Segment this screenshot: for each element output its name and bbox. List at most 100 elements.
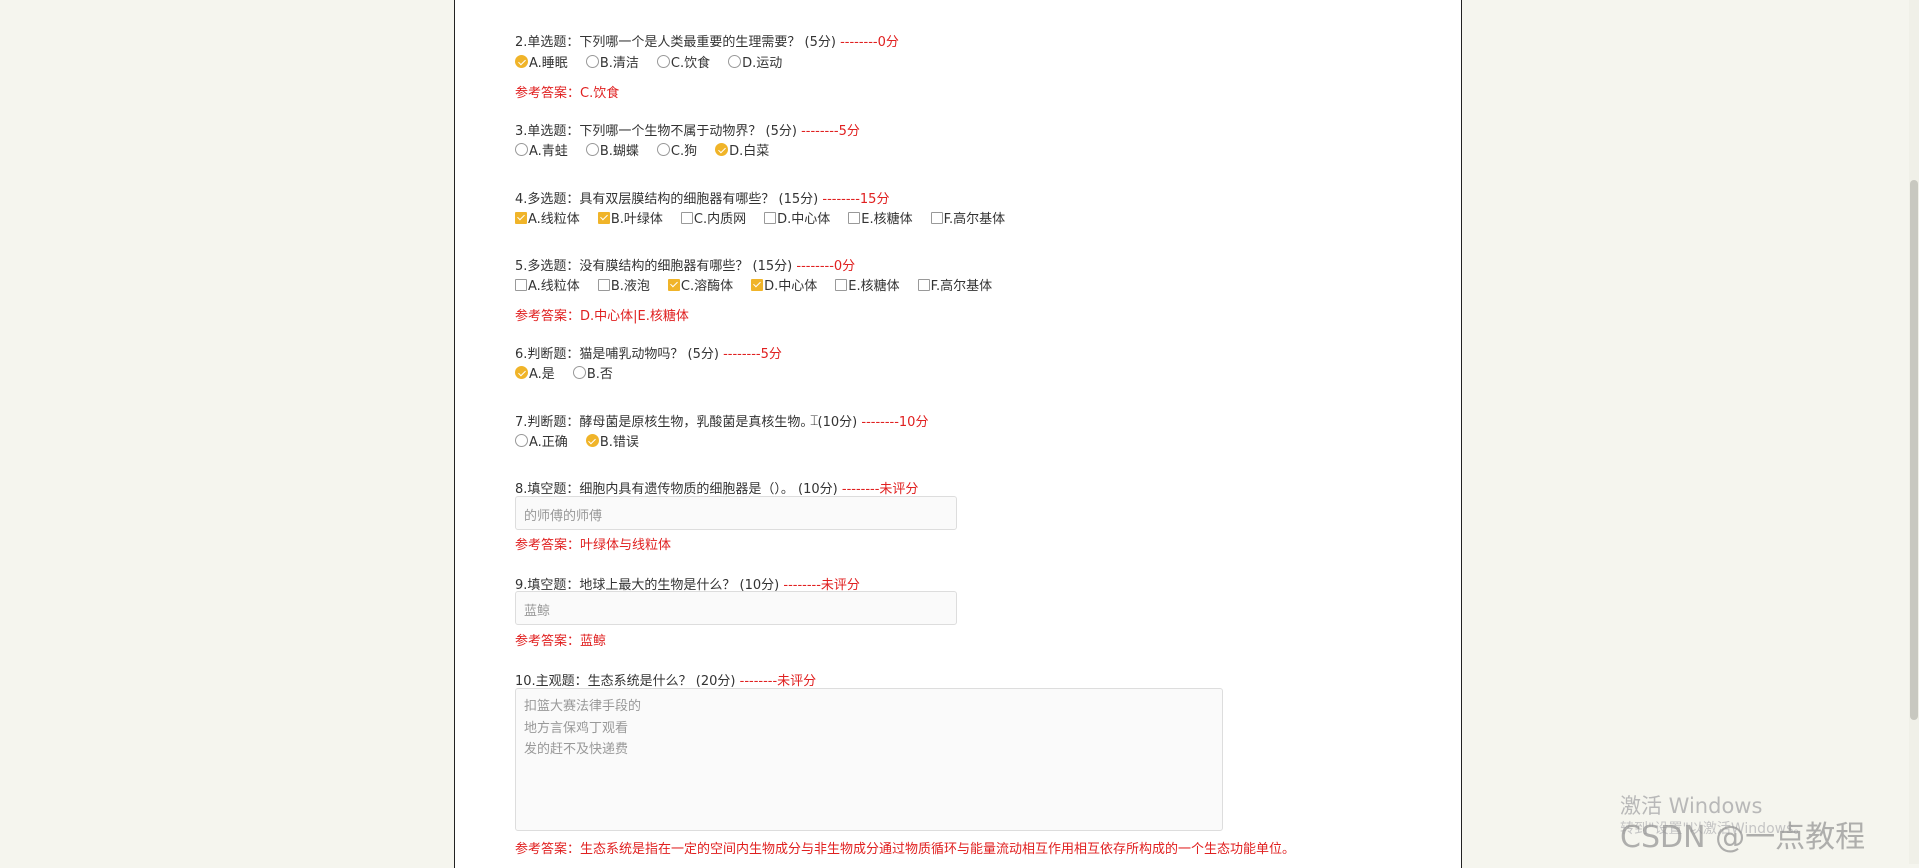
question-title: 6.判断题：猫是哺乳动物吗？ (5分) --------5分 [515, 343, 782, 362]
option-item[interactable]: A.正确 [515, 431, 568, 450]
radio-button[interactable] [585, 434, 599, 447]
radio-button[interactable] [585, 55, 599, 68]
option-item[interactable]: A.线粒体 [515, 208, 580, 227]
radio-button[interactable] [656, 143, 670, 156]
option-item[interactable]: B.叶绿体 [597, 208, 663, 227]
answer-textarea[interactable]: 扣篮大赛法律手段的 地方言保鸡丁观看 发的赶不及快递费 [515, 688, 1223, 831]
option-label: F.高尔基体 [930, 279, 993, 294]
option-item[interactable]: A.是 [515, 363, 555, 382]
radio-button[interactable] [715, 143, 729, 156]
option-item[interactable]: B.液泡 [597, 275, 650, 294]
radio-button[interactable] [585, 143, 599, 156]
checkbox[interactable] [667, 278, 680, 291]
reference-answer: 参考答案：生态系统是指在一定的空间内生物成分与非生物成分通过物质循环与能量流动相… [515, 842, 1296, 857]
textarea-line: 发的赶不及快递费 [524, 742, 629, 757]
scrollbar[interactable] [1909, 0, 1919, 864]
checkbox[interactable] [751, 278, 764, 291]
option-label: C.饮食 [670, 56, 711, 71]
option-item[interactable]: C.内质网 [680, 208, 747, 227]
question-text: 3.单选题：下列哪一个生物不属于动物界？ (5分) [515, 124, 797, 139]
options-row: A.睡眠 B.清洁 C.饮食 D.运动 [515, 52, 800, 72]
textarea-line: 地方言保鸡丁观看 [524, 720, 629, 736]
scrollbar-thumb[interactable] [1910, 180, 1918, 720]
options-row: A.正确 B.错误 [515, 431, 657, 451]
checkbox[interactable] [848, 211, 861, 224]
option-label: A.正确 [529, 435, 568, 450]
option-item[interactable]: A.青蛙 [515, 140, 568, 159]
radio-button[interactable] [728, 55, 742, 68]
option-item[interactable]: B.蝴蝶 [585, 140, 639, 159]
question-score: --------15分 [822, 192, 890, 207]
radio-button[interactable] [515, 55, 528, 68]
question-score: --------未评分 [841, 482, 919, 497]
option-item[interactable]: E.核糖体 [835, 275, 900, 294]
option-item[interactable]: D.运动 [728, 52, 782, 71]
question-text: 7.判断题：酵母菌是原核生物，乳酸菌是真核生物。 (10分) [515, 415, 858, 430]
option-item[interactable]: B.否 [572, 363, 613, 382]
option-label: F.高尔基体 [943, 212, 1006, 227]
text-cursor-icon: ⌶ [810, 413, 819, 429]
option-item[interactable]: A.睡眠 [515, 52, 568, 71]
checkbox[interactable] [680, 211, 693, 224]
question-score: --------5分 [801, 124, 860, 139]
options-row: A.青蛙 B.蝴蝶 C.狗 D.白菜 [515, 140, 787, 160]
option-label: A.线粒体 [528, 279, 580, 294]
textarea-line: 扣篮大赛法律手段的 [524, 699, 642, 714]
question-text: 4.多选题：具有双层膜结构的细胞器有哪些？ (15分) [515, 192, 819, 207]
reference-answer: 参考答案：蓝鲸 [515, 634, 607, 649]
checkbox[interactable] [764, 211, 777, 224]
option-label: D.中心体 [764, 279, 818, 294]
option-label: A.线粒体 [528, 212, 580, 227]
option-item[interactable]: C.狗 [656, 140, 697, 159]
radio-button[interactable] [656, 55, 670, 68]
reference-answer: 参考答案：D.中心体|E.核糖体 [515, 309, 689, 324]
option-item[interactable]: B.清洁 [585, 52, 639, 71]
option-label: B.液泡 [610, 279, 650, 294]
checkbox[interactable] [835, 278, 848, 291]
option-item[interactable]: D.白菜 [715, 140, 769, 159]
checkbox[interactable] [930, 211, 943, 224]
question-text: 5.多选题：没有膜结构的细胞器有哪些？ (15分) [515, 259, 793, 274]
option-item[interactable]: D.中心体 [751, 275, 817, 294]
option-label: B.否 [586, 367, 613, 382]
question-text: 10.主观题：生态系统是什么？ (20分) [515, 674, 736, 689]
checkbox[interactable] [515, 278, 527, 291]
question-title: 3.单选题：下列哪一个生物不属于动物界？ (5分) --------5分 [515, 120, 860, 139]
checkbox[interactable] [597, 211, 610, 224]
option-item[interactable]: E.核糖体 [848, 208, 913, 227]
option-label: D.运动 [742, 56, 783, 71]
option-label: B.蝴蝶 [599, 144, 639, 159]
option-item[interactable]: F.高尔基体 [930, 208, 1006, 227]
option-item[interactable]: C.溶酶体 [667, 275, 734, 294]
option-item[interactable]: B.错误 [585, 431, 639, 450]
radio-button[interactable] [515, 143, 528, 156]
option-item[interactable]: F.高尔基体 [917, 275, 993, 294]
option-item[interactable]: A.线粒体 [515, 275, 580, 294]
option-label: B.叶绿体 [610, 212, 663, 227]
option-label: C.溶酶体 [680, 279, 734, 294]
reference-answer: 参考答案：C.饮食 [515, 86, 620, 101]
option-label: B.清洁 [599, 56, 639, 71]
option-label: D.白菜 [729, 144, 770, 159]
question-title: 7.判断题：酵母菌是原核生物，乳酸菌是真核生物。 (10分) --------1… [515, 411, 928, 430]
options-row: A.线粒体 B.液泡 C.溶酶体 D.中心体 E.核糖体 F.高尔基体 [515, 275, 1010, 295]
option-label: C.内质网 [693, 212, 747, 227]
answer-input[interactable]: 的师傅的师傅 [515, 496, 957, 530]
question-text: 2.单选题：下列哪一个是人类最重要的生理需要？ (5分) [515, 35, 836, 50]
csdn-watermark: CSDN @一点教程 [1620, 820, 1866, 855]
radio-button[interactable] [572, 366, 586, 379]
answer-input[interactable]: 蓝鲸 [515, 591, 957, 625]
option-label: A.是 [529, 367, 555, 382]
radio-button[interactable] [515, 434, 528, 447]
question-text: 8.填空题：细胞内具有遗传物质的细胞器是（）。 (10分) [515, 482, 838, 497]
question-score: --------0分 [796, 259, 856, 274]
checkbox[interactable] [597, 278, 610, 291]
question-score: --------5分 [723, 347, 782, 362]
radio-button[interactable] [515, 366, 528, 379]
options-row: A.是 B.否 [515, 363, 631, 383]
option-item[interactable]: C.饮食 [656, 52, 711, 71]
option-label: E.核糖体 [861, 212, 913, 227]
option-item[interactable]: D.中心体 [764, 208, 830, 227]
checkbox[interactable] [917, 278, 930, 291]
checkbox[interactable] [515, 211, 527, 224]
